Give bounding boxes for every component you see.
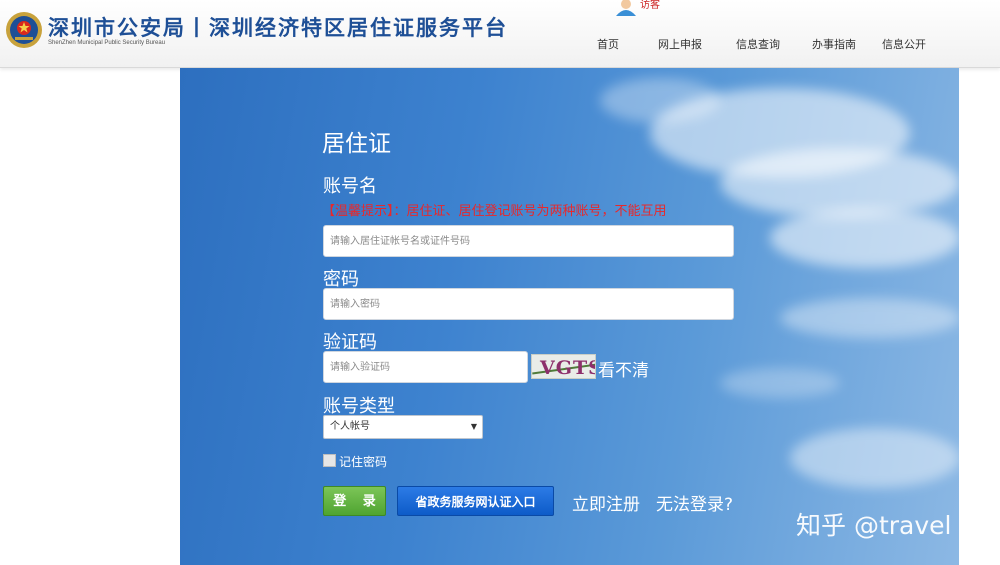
user-avatar-icon	[616, 0, 636, 16]
visitor-label: 访客	[640, 0, 660, 11]
gov-auth-button[interactable]: 省政务服务网认证入口	[397, 486, 554, 516]
remember-password-label[interactable]: 记住密码	[339, 453, 387, 470]
captcha-refresh-link[interactable]: 看不清	[598, 356, 649, 381]
site-header: 深圳市公安局丨深圳经济特区居住证服务平台 ShenZhen Municipal …	[0, 0, 1000, 68]
register-link[interactable]: 立即注册	[572, 490, 640, 515]
nav-service-guide[interactable]: 办事指南	[812, 36, 856, 52]
password-input[interactable]	[323, 288, 734, 320]
cannot-login-link[interactable]: 无法登录?	[656, 490, 733, 515]
account-type-value: 个人帐号	[330, 421, 370, 432]
visitor-login[interactable]: 访客	[614, 0, 664, 16]
login-button[interactable]: 登 录	[323, 486, 386, 516]
form-title: 居住证	[322, 131, 391, 157]
account-tip: 【温馨提示】：居住证、居住登记账号为两种账号，不能互用	[322, 204, 667, 219]
police-emblem-icon	[6, 12, 42, 48]
nav-online-apply[interactable]: 网上申报	[658, 36, 702, 52]
site-title[interactable]: 深圳市公安局丨深圳经济特区居住证服务平台	[48, 12, 508, 42]
captcha-image[interactable]: VGTS	[531, 354, 596, 379]
site-subtitle: ShenZhen Municipal Public Security Burea…	[48, 40, 166, 46]
nav-info-public[interactable]: 信息公开	[882, 36, 926, 52]
nav-home[interactable]: 首页	[597, 36, 619, 52]
chevron-down-icon: ▼	[470, 422, 477, 431]
account-label: 账号名	[323, 176, 377, 197]
account-input[interactable]	[323, 225, 734, 257]
captcha-input[interactable]	[323, 351, 528, 383]
captcha-text: VGTS	[540, 357, 595, 379]
account-type-select[interactable]: 个人帐号 ▼	[323, 415, 483, 439]
zhihu-watermark: 知乎 @travel	[796, 511, 952, 540]
nav-info-query[interactable]: 信息查询	[736, 36, 780, 52]
remember-password-checkbox[interactable]	[323, 454, 336, 467]
